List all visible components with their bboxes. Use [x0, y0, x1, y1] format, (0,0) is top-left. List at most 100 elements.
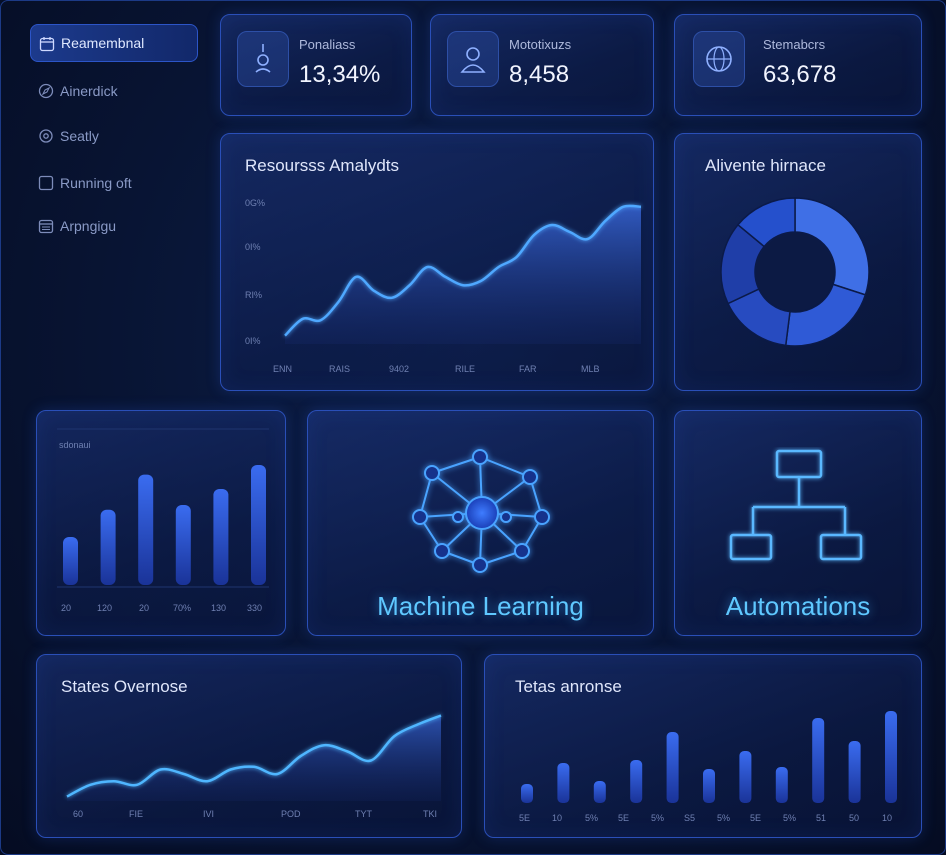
resources-area: [285, 205, 641, 344]
small-bar-panel: sdonaui 20 120 20 70% 130 330: [36, 410, 286, 636]
x-tick: TKI: [423, 809, 437, 819]
compass-icon: [38, 83, 54, 99]
x-tick: MLB: [581, 364, 600, 374]
stat-icon-box: [693, 31, 745, 87]
x-tick: IVI: [203, 809, 214, 819]
y-tick: 0G%: [245, 198, 265, 208]
location-pin-icon: [255, 44, 271, 73]
sidebar-item-label: Reamembnal: [61, 35, 145, 51]
sidebar-item-1[interactable]: Ainerdick: [30, 72, 198, 110]
x-tick: FAR: [519, 364, 537, 374]
x-tick: 120: [97, 603, 112, 613]
stat-icon-box: [447, 31, 499, 87]
bar: [138, 474, 154, 585]
x-tick: TYT: [355, 809, 373, 819]
bar: [666, 732, 679, 803]
x-tick: 10: [552, 813, 562, 823]
tetas-chart: 5E 10 5% 5E 5% S5 5% 5E 5% 51 50 10: [519, 711, 897, 823]
sidebar-item-4[interactable]: Arpngigu: [30, 207, 198, 245]
states-chart: 60 FIE IVI POD TYT TKI: [66, 714, 442, 819]
x-tick: 5%: [651, 813, 664, 823]
sidebar-item-label: Ainerdick: [60, 83, 118, 99]
x-tick: RILE: [455, 364, 475, 374]
sidebar-item-label: Seatly: [60, 128, 99, 144]
y-tick: 0I%: [245, 336, 261, 346]
sidebar-item-label: Arpngigu: [60, 218, 117, 234]
bar: [848, 741, 861, 803]
bar: [703, 769, 715, 803]
stat-label: Mototixuzs: [509, 37, 572, 52]
bar: [213, 489, 229, 585]
x-tick: 51: [816, 813, 826, 823]
x-tick: 20: [139, 603, 149, 613]
x-tick: ENN: [273, 364, 292, 374]
donut-panel: Alivente hirnace: [674, 133, 922, 391]
stat-value: 63,678: [763, 61, 837, 88]
neural-network-icon: [412, 449, 550, 573]
bar: [557, 763, 570, 803]
bar: [812, 718, 825, 803]
bar: [521, 784, 533, 803]
bar: [885, 711, 897, 803]
x-tick: 130: [211, 603, 226, 613]
x-tick: RAIS: [329, 364, 350, 374]
x-tick: FIE: [129, 809, 143, 819]
x-tick: 330: [247, 603, 262, 613]
stat-card-2[interactable]: Stemabcrs 63,678: [674, 14, 922, 116]
donut-chart: [720, 197, 870, 347]
sidebar: Reamembnal Ainerdick Seatly Running oft …: [20, 14, 200, 394]
x-tick: POD: [281, 809, 301, 819]
y-tick: RI%: [245, 290, 262, 300]
bar: [630, 760, 643, 803]
sidebar-item-0[interactable]: Reamembnal: [30, 24, 198, 62]
small-bar-chart: sdonaui 20 120 20 70% 130 330: [57, 428, 269, 613]
sidebar-item-label: Running oft: [60, 175, 132, 191]
stat-label: Ponaliass: [299, 37, 356, 52]
settings-icon: [39, 129, 53, 143]
machine-learning-label: Machine Learning: [377, 591, 584, 621]
x-tick: 10: [882, 813, 892, 823]
x-tick: 5%: [717, 813, 730, 823]
bar: [775, 767, 788, 803]
globe-icon: [706, 46, 732, 72]
x-tick: 60: [73, 809, 83, 819]
sidebar-item-3[interactable]: Running oft: [30, 164, 198, 202]
axis-label: sdonaui: [59, 440, 91, 450]
flowchart-icon: [729, 449, 863, 561]
states-panel: States Overnose 60 FIE IVI POD TYT TKI: [36, 654, 462, 838]
bar: [251, 465, 266, 585]
bar: [175, 505, 191, 585]
donut-hole: [756, 233, 834, 311]
sidebar-item-2[interactable]: Seatly: [30, 117, 198, 155]
y-tick: 0I%: [245, 242, 261, 252]
bar: [593, 781, 606, 803]
states-area: [67, 715, 441, 801]
x-tick: 5%: [585, 813, 598, 823]
stat-label: Stemabcrs: [763, 37, 826, 52]
x-tick: 5E: [519, 813, 530, 823]
x-tick: 5E: [750, 813, 761, 823]
x-tick: 5E: [618, 813, 629, 823]
x-tick: 9402: [389, 364, 409, 374]
x-tick: S5: [684, 813, 695, 823]
bar: [739, 751, 752, 803]
stat-card-0[interactable]: Ponaliass 13,34%: [220, 14, 412, 116]
x-tick: 5%: [783, 813, 796, 823]
stat-card-1[interactable]: Mototixuzs 8,458: [430, 14, 654, 116]
calendar-icon: [39, 37, 55, 52]
bar: [100, 509, 116, 585]
user-icon: [460, 47, 486, 73]
automations-label: Automations: [725, 591, 871, 621]
tetas-panel: Tetas anronse 5E 10 5% 5E 5% S5 5% 5E 5% 51 50 10: [484, 654, 922, 838]
x-tick: 20: [61, 603, 71, 613]
machine-learning-card[interactable]: Machine Learning: [307, 410, 654, 636]
automations-card[interactable]: Automations: [674, 410, 922, 636]
stat-value: 8,458: [509, 61, 570, 88]
square-icon: [38, 175, 54, 191]
stat-value: 13,34%: [299, 61, 381, 88]
stat-icon-box: [237, 31, 289, 87]
resources-chart: 0G% 0I% RI% 0I% ENN RAIS 9402 RILE FAR M…: [245, 198, 642, 374]
calendar-icon: [38, 219, 54, 234]
x-tick: 50: [849, 813, 859, 823]
x-tick: 70%: [173, 603, 191, 613]
